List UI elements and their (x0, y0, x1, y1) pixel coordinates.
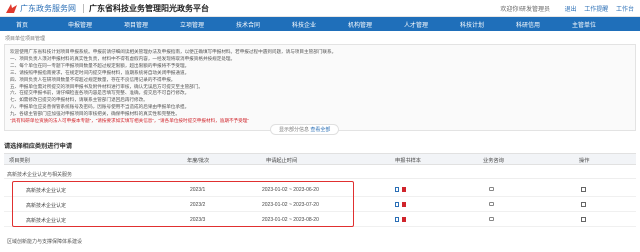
pdf-icon[interactable] (402, 202, 406, 207)
consult-icon[interactable] (489, 217, 494, 221)
main-nav: 首页 申报管理 项目管理 立项管理 技术合同 科技企业 机构管理 人才管理 科技… (0, 17, 640, 31)
col-period: 申请起止时间 (266, 158, 298, 164)
view-all-link[interactable]: 查看全部 (310, 127, 330, 133)
nav-item-plan[interactable]: 科技计划 (460, 20, 484, 29)
top-bar: 广东政务服务网 广东省科技业务管理阳光政务平台 欢迎你!研发管理员 退出 工作提… (0, 0, 640, 17)
nav-item-authority[interactable]: 主管单位 (572, 20, 596, 29)
table-header: 项目类别 年度/批次 申请起止时间 申报书样本 业务咨询 操作 (4, 153, 636, 165)
notice-line: 五、申报单位需对所提交的项目申报书及附件材料进行审核，确认无误后方可提交至主管部… (10, 83, 203, 89)
notice-line: 欢迎使用广东省科技计划项目申报系统。申报前请仔细阅读相关管理办法及申报指南，以便… (10, 49, 337, 54)
section-title: 请选择相应类别进行申请 (4, 143, 73, 150)
guangdong-logo-icon (6, 4, 17, 13)
nav-item-contract[interactable]: 技术合同 (236, 20, 260, 29)
breadcrumb: 项目单位项目管理 (5, 36, 46, 42)
col-sample: 申报书样本 (395, 158, 421, 164)
word-doc-icon[interactable] (395, 217, 399, 222)
edit-icon[interactable] (581, 202, 586, 207)
highlight-box (12, 181, 354, 227)
logout-link[interactable]: 退出 (565, 7, 577, 13)
notice-line: 一、项目负责人须对申报材料的真实性负责，材料中不得有虚假内容，一经发现将取消申报… (10, 55, 236, 61)
pdf-icon[interactable] (402, 217, 406, 222)
notice-line: 七、如需修改已提交的申报材料，请联系主管部门退回后再行修改。 (10, 97, 148, 103)
category-group[interactable]: 高新技术企业认定与相关服务 (4, 169, 636, 179)
edit-icon[interactable] (581, 187, 586, 192)
welcome-text: 欢迎你!研发管理员 (500, 7, 550, 13)
show-more-label: 显示部分信息 (279, 127, 310, 133)
nav-item-project[interactable]: 项目管理 (124, 20, 148, 29)
nav-item-credit[interactable]: 科研信用 (516, 20, 540, 29)
nav-item-enterprise[interactable]: 科技企业 (292, 20, 316, 29)
col-action: 操作 (579, 158, 590, 164)
notice-panel: 欢迎使用广东省科技计划项目申报系统。申报前请仔细阅读相关管理办法及申报指南，以便… (4, 44, 636, 131)
system-title: 广东省科技业务管理阳光政务平台 (89, 4, 209, 13)
nav-item-apply[interactable]: 申报管理 (68, 20, 92, 29)
consult-icon[interactable] (489, 202, 494, 206)
word-doc-icon[interactable] (395, 202, 399, 207)
title-divider (83, 4, 84, 13)
group-label: 区域创新能力与支撑保障体系建设 (7, 239, 83, 245)
col-consult: 业务咨询 (483, 158, 504, 164)
category-group[interactable]: 区域创新能力与支撑保障体系建设 (4, 236, 636, 246)
col-category: 项目类别 (9, 158, 30, 164)
edit-icon[interactable] (581, 217, 586, 222)
notice-line: 六、在提交申报书前，请仔细检查各项内容是否填写完整、准确，提交后不可自行修改。 (10, 90, 190, 96)
nav-item-home[interactable]: 首页 (16, 20, 28, 29)
nav-item-talent[interactable]: 人才管理 (404, 20, 428, 29)
pdf-icon[interactable] (402, 187, 406, 192)
notice-line: 四、项目负责人在研项目数量不得超过规定数量，存在不良信用记录的不得申报。 (10, 76, 176, 82)
notice-line: 二、每个单位在同一专题下申报项目数量不超过规定限额，超出限额的申报将不予受理。 (10, 62, 190, 68)
nav-item-approval[interactable]: 立项管理 (180, 20, 204, 29)
work-reminder-link[interactable]: 工作提醒 (584, 7, 608, 13)
notice-line: 九、各级主管部门应加强对申报项目的审核把关，确保申报材料的真实性和完整性。 (10, 111, 180, 117)
portal-name[interactable]: 广东政务服务网 (20, 3, 76, 14)
show-more-toggle[interactable]: 显示部分信息 查看全部 (270, 124, 340, 135)
notice-line: 八、申报单位应妥善保管系统账号及密码，因账号使用不当造成的后果由申报单位承担。 (10, 104, 190, 110)
col-batch: 年度/批次 (187, 158, 210, 164)
group-label: 高新技术企业认定与相关服务 (7, 172, 73, 178)
workbench-link[interactable]: 工作台 (616, 7, 634, 13)
nav-item-institution[interactable]: 机构管理 (348, 20, 372, 29)
notice-line: 三、请按照申报指南要求，在规定时间内提交申报材料，逾期系统将自动关闭申报通道。 (10, 69, 190, 75)
top-links: 退出 工作提醒 工作台 (559, 4, 634, 13)
word-doc-icon[interactable] (395, 187, 399, 192)
consult-icon[interactable] (489, 187, 494, 191)
